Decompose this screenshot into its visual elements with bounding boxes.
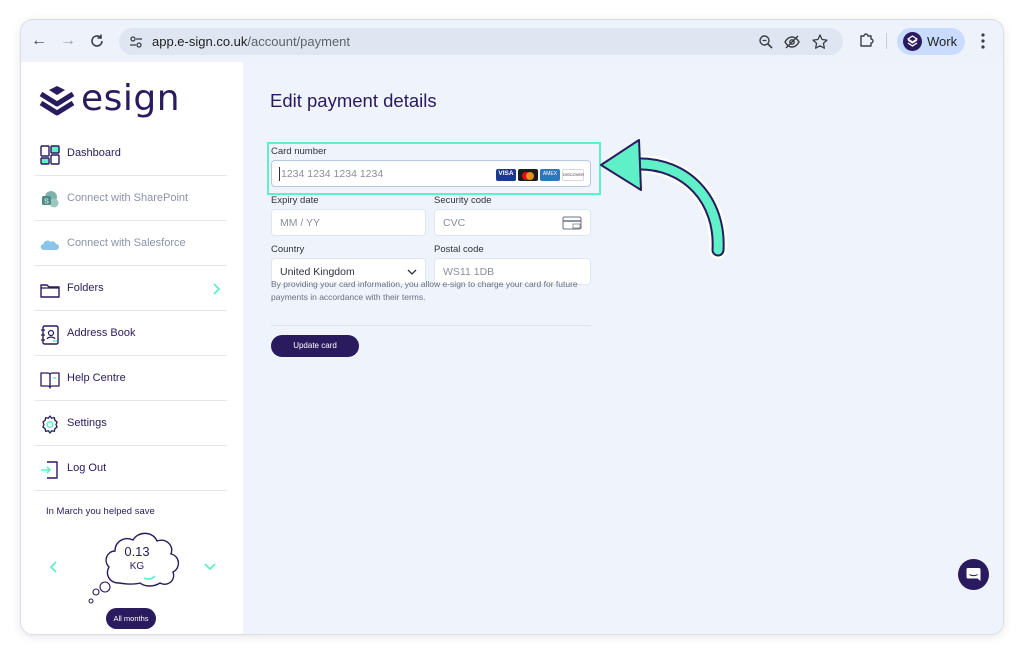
country-value: United Kingdom bbox=[280, 266, 355, 278]
sidebar: esign Dashboard S Connect with SharePoin… bbox=[21, 62, 243, 634]
visa-icon: VISA bbox=[496, 169, 516, 181]
sidebar-item-label: Settings bbox=[67, 417, 107, 429]
svg-text:S: S bbox=[44, 199, 49, 206]
esign-logo[interactable]: esign bbox=[37, 78, 180, 122]
sidebar-item-label: Address Book bbox=[67, 327, 136, 339]
dashboard-icon bbox=[40, 145, 60, 165]
gear-icon bbox=[42, 415, 58, 434]
url-text[interactable]: app.e-sign.co.uk/account/payment bbox=[152, 34, 350, 49]
sidebar-item-folders[interactable]: Folders bbox=[35, 267, 227, 311]
text-caret bbox=[279, 167, 280, 181]
chevron-down-icon bbox=[407, 269, 417, 275]
toolbar-separator bbox=[886, 33, 887, 49]
logo-text: esign bbox=[81, 78, 181, 119]
security-code-input[interactable]: CVC bbox=[434, 209, 591, 236]
sidebar-item-label: Connect with Salesforce bbox=[67, 237, 186, 249]
card-number-input[interactable]: 1234 1234 1234 1234 VISA AMEX DISCOVER bbox=[271, 160, 591, 187]
savings-title: In March you helped save bbox=[46, 506, 155, 517]
chat-icon bbox=[966, 568, 981, 581]
help-book-icon bbox=[40, 372, 60, 389]
profile-button[interactable]: Work bbox=[897, 28, 965, 55]
more-menu-icon[interactable] bbox=[976, 31, 990, 51]
sidebar-item-log-out[interactable]: Log Out bbox=[35, 447, 227, 491]
sidebar-item-salesforce[interactable]: Connect with Salesforce bbox=[35, 222, 227, 266]
security-code-placeholder: CVC bbox=[443, 217, 466, 229]
sidebar-item-settings[interactable]: Settings bbox=[35, 402, 227, 446]
postal-code-placeholder: WS11 1DB bbox=[443, 266, 495, 278]
chat-launcher-button[interactable] bbox=[958, 559, 989, 590]
esign-logo-icon bbox=[39, 86, 75, 116]
page: esign Dashboard S Connect with SharePoin… bbox=[21, 62, 1003, 634]
thought-bubbles-icon bbox=[88, 581, 111, 604]
all-months-button[interactable]: All months bbox=[106, 608, 156, 629]
back-icon[interactable]: ← bbox=[29, 31, 49, 51]
sidebar-item-sharepoint[interactable]: S Connect with SharePoint bbox=[35, 177, 227, 221]
sidebar-item-label: Connect with SharePoint bbox=[67, 192, 189, 204]
folder-icon bbox=[40, 284, 60, 298]
sidebar-item-label: Dashboard bbox=[67, 147, 121, 159]
country-label: Country bbox=[271, 244, 305, 255]
sidebar-item-label: Folders bbox=[67, 282, 104, 294]
savings-unit: KG bbox=[129, 561, 145, 572]
zoom-icon[interactable] bbox=[757, 33, 775, 51]
eye-off-icon[interactable] bbox=[783, 33, 801, 51]
card-authorization-notice: By providing your card information, you … bbox=[271, 279, 578, 302]
bookmark-star-icon[interactable] bbox=[811, 33, 829, 51]
card-number-placeholder: 1234 1234 1234 1234 bbox=[281, 168, 384, 180]
browser-window: ← → app.e-sign.co.uk/account/payment Wor… bbox=[21, 20, 1003, 634]
browser-toolbar: ← → app.e-sign.co.uk/account/payment Wor… bbox=[21, 20, 1003, 62]
address-book-icon bbox=[41, 325, 59, 345]
chevron-left-icon[interactable] bbox=[48, 560, 58, 574]
reload-icon[interactable] bbox=[87, 31, 107, 51]
cvc-card-icon bbox=[562, 216, 582, 230]
postal-code-label: Postal code bbox=[434, 244, 484, 255]
sidebar-item-help-centre[interactable]: Help Centre bbox=[35, 357, 227, 401]
sidebar-item-label: Help Centre bbox=[67, 372, 126, 384]
savings-value: 0.13 bbox=[124, 544, 150, 559]
forward-icon[interactable]: → bbox=[58, 31, 78, 51]
chevron-right-icon bbox=[213, 283, 221, 295]
address-bar[interactable]: app.e-sign.co.uk/account/payment bbox=[119, 28, 843, 55]
pointer-arrow-icon bbox=[600, 139, 728, 259]
sharepoint-icon: S bbox=[42, 191, 59, 208]
salesforce-icon bbox=[40, 240, 59, 251]
sidebar-item-dashboard[interactable]: Dashboard bbox=[35, 132, 227, 176]
mastercard-icon bbox=[518, 169, 538, 181]
chevron-down-icon[interactable] bbox=[203, 562, 217, 572]
expiry-input[interactable]: MM / YY bbox=[271, 209, 426, 236]
discover-icon: DISCOVER bbox=[562, 169, 584, 181]
logout-icon bbox=[41, 461, 58, 479]
security-code-label: Security code bbox=[434, 195, 492, 206]
expiry-placeholder: MM / YY bbox=[280, 217, 321, 229]
update-card-button[interactable]: Update card bbox=[271, 335, 359, 357]
card-number-label: Card number bbox=[271, 146, 327, 157]
expiry-label: Expiry date bbox=[271, 195, 319, 206]
form-divider bbox=[271, 325, 591, 326]
profile-avatar bbox=[903, 32, 922, 51]
profile-label: Work bbox=[927, 34, 958, 49]
page-title: Edit payment details bbox=[270, 90, 437, 111]
sidebar-item-address-book[interactable]: Address Book bbox=[35, 312, 227, 356]
amex-icon: AMEX bbox=[540, 169, 560, 181]
main-content: Edit payment details Card number 1234 12… bbox=[243, 62, 1003, 634]
cloud-icon bbox=[105, 532, 180, 587]
site-settings-icon[interactable] bbox=[127, 33, 145, 51]
sidebar-item-label: Log Out bbox=[67, 462, 107, 474]
extensions-icon[interactable] bbox=[857, 31, 875, 49]
